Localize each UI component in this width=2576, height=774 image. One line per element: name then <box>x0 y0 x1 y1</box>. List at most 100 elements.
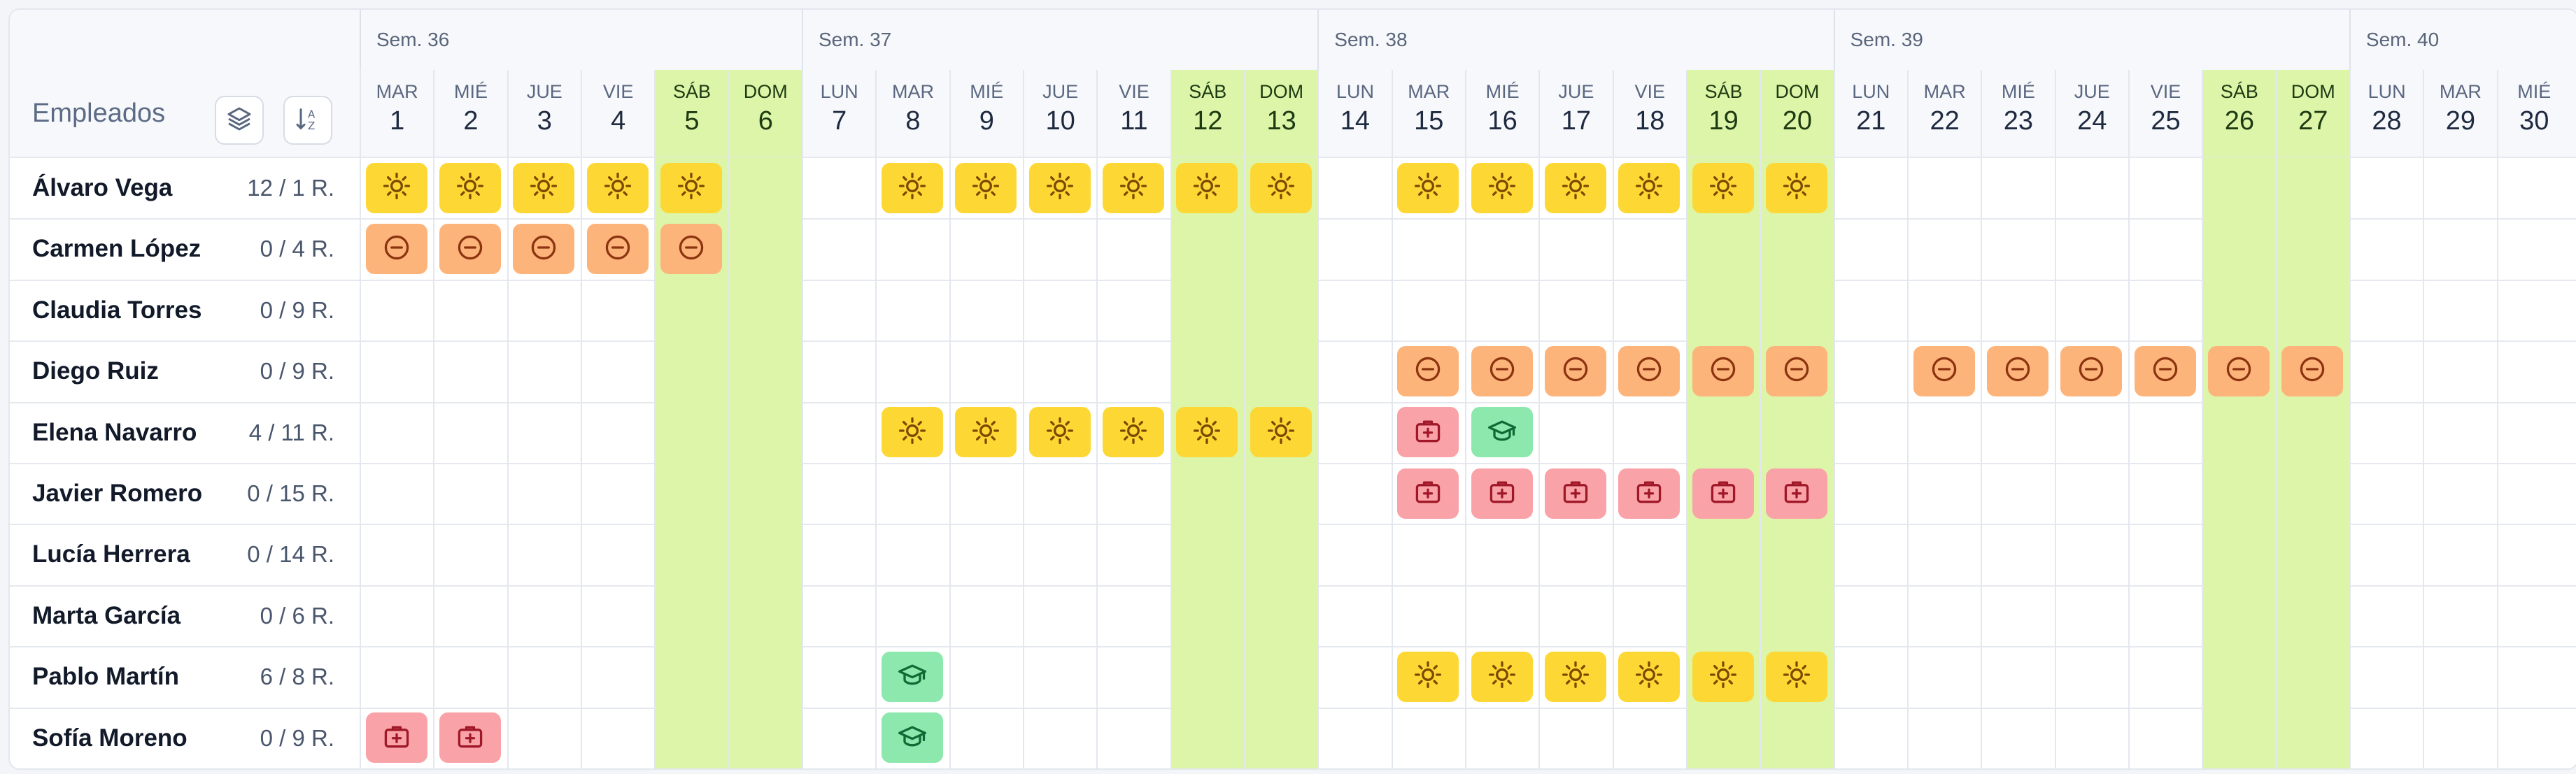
absence-badge-neg[interactable] <box>660 224 722 275</box>
day-cell[interactable] <box>1612 524 1686 585</box>
absence-badge-neg[interactable] <box>1765 345 1827 396</box>
day-cell[interactable] <box>875 218 949 280</box>
day-cell[interactable] <box>1391 279 1465 341</box>
day-cell[interactable] <box>2423 401 2496 463</box>
day-cell[interactable] <box>949 707 1023 768</box>
day-cell[interactable] <box>1685 279 1760 341</box>
day-cell[interactable] <box>728 707 802 768</box>
day-cell[interactable] <box>2275 218 2349 280</box>
absence-badge-vac[interactable] <box>1692 162 1754 213</box>
day-cell[interactable] <box>1760 218 1834 280</box>
day-cell[interactable] <box>1906 585 1981 647</box>
day-cell[interactable] <box>1022 341 1096 402</box>
day-cell[interactable] <box>875 341 949 402</box>
day-cell[interactable] <box>2275 463 2349 524</box>
day-cell[interactable] <box>2349 218 2423 280</box>
day-cell[interactable] <box>2054 646 2128 708</box>
day-cell[interactable] <box>1760 585 1834 647</box>
day-cell[interactable] <box>1022 646 1096 708</box>
day-cell[interactable] <box>1096 279 1170 341</box>
absence-badge-vac[interactable] <box>1471 651 1533 702</box>
absence-badge-neg[interactable] <box>1692 345 1754 396</box>
day-cell[interactable] <box>801 646 875 708</box>
day-cell[interactable] <box>801 463 875 524</box>
day-cell[interactable] <box>801 401 875 463</box>
day-cell[interactable] <box>1317 341 1391 402</box>
day-cell[interactable] <box>654 341 728 402</box>
day-cell[interactable] <box>949 646 1023 708</box>
absence-badge-vac[interactable] <box>365 162 427 213</box>
day-cell[interactable] <box>1760 707 1834 768</box>
day-cell[interactable] <box>1538 524 1612 585</box>
absence-badge-neg[interactable] <box>513 224 575 275</box>
day-cell[interactable] <box>1170 463 1244 524</box>
day-cell[interactable] <box>1981 279 2054 341</box>
day-cell[interactable] <box>2423 218 2496 280</box>
day-cell[interactable] <box>2496 524 2570 585</box>
absence-badge-neg[interactable] <box>2134 345 2196 396</box>
absence-badge-train[interactable] <box>881 651 943 702</box>
day-cell[interactable] <box>654 646 728 708</box>
day-cell[interactable] <box>360 279 433 341</box>
day-cell[interactable] <box>1906 218 1981 280</box>
day-cell[interactable] <box>433 463 507 524</box>
absence-badge-neg[interactable] <box>586 224 649 275</box>
absence-badge-neg[interactable] <box>2207 345 2270 396</box>
day-cell[interactable] <box>1685 707 1760 768</box>
day-cell[interactable] <box>1685 218 1760 280</box>
day-cell[interactable] <box>1022 585 1096 647</box>
absence-badge-vac[interactable] <box>1102 407 1164 458</box>
day-cell[interactable] <box>2349 157 2423 219</box>
day-cell[interactable] <box>2496 401 2570 463</box>
day-cell[interactable] <box>1833 157 1907 219</box>
absence-badge-sick[interactable] <box>1471 468 1533 519</box>
day-cell[interactable] <box>1538 401 1612 463</box>
day-cell[interactable] <box>1981 157 2054 219</box>
day-cell[interactable] <box>507 341 581 402</box>
day-cell[interactable] <box>433 585 507 647</box>
day-cell[interactable] <box>1833 707 1907 768</box>
day-cell[interactable] <box>507 401 581 463</box>
day-cell[interactable] <box>2349 585 2423 647</box>
day-cell[interactable] <box>654 707 728 768</box>
day-cell[interactable] <box>1464 585 1538 647</box>
day-cell[interactable] <box>1170 585 1244 647</box>
absence-badge-vac[interactable] <box>1618 651 1680 702</box>
day-cell[interactable] <box>1833 463 1907 524</box>
day-cell[interactable] <box>1243 646 1318 708</box>
absence-badge-train[interactable] <box>1471 407 1533 458</box>
day-cell[interactable] <box>2054 707 2128 768</box>
day-cell[interactable] <box>801 585 875 647</box>
absence-badge-neg[interactable] <box>1986 345 2048 396</box>
day-cell[interactable] <box>654 401 728 463</box>
day-cell[interactable] <box>728 218 802 280</box>
day-cell[interactable] <box>2423 646 2496 708</box>
day-cell[interactable] <box>1833 341 1907 402</box>
day-cell[interactable] <box>2128 646 2202 708</box>
day-cell[interactable] <box>507 707 581 768</box>
day-cell[interactable] <box>360 341 433 402</box>
day-cell[interactable] <box>507 585 581 647</box>
day-cell[interactable] <box>507 524 581 585</box>
day-cell[interactable] <box>1170 646 1244 708</box>
day-cell[interactable] <box>801 341 875 402</box>
day-cell[interactable] <box>949 341 1023 402</box>
absence-badge-vac[interactable] <box>1176 407 1238 458</box>
day-cell[interactable] <box>2349 707 2423 768</box>
day-cell[interactable] <box>2349 646 2423 708</box>
day-cell[interactable] <box>1685 524 1760 585</box>
day-cell[interactable] <box>1317 401 1391 463</box>
day-cell[interactable] <box>2054 279 2128 341</box>
day-cell[interactable] <box>801 218 875 280</box>
day-cell[interactable] <box>2054 585 2128 647</box>
day-cell[interactable] <box>433 279 507 341</box>
day-cell[interactable] <box>1022 218 1096 280</box>
day-cell[interactable] <box>654 279 728 341</box>
absence-badge-sick[interactable] <box>365 712 427 764</box>
day-cell[interactable] <box>2128 279 2202 341</box>
day-cell[interactable] <box>728 157 802 219</box>
absence-badge-sick[interactable] <box>1618 468 1680 519</box>
day-cell[interactable] <box>360 463 433 524</box>
day-cell[interactable] <box>1981 218 2054 280</box>
day-cell[interactable] <box>1464 218 1538 280</box>
